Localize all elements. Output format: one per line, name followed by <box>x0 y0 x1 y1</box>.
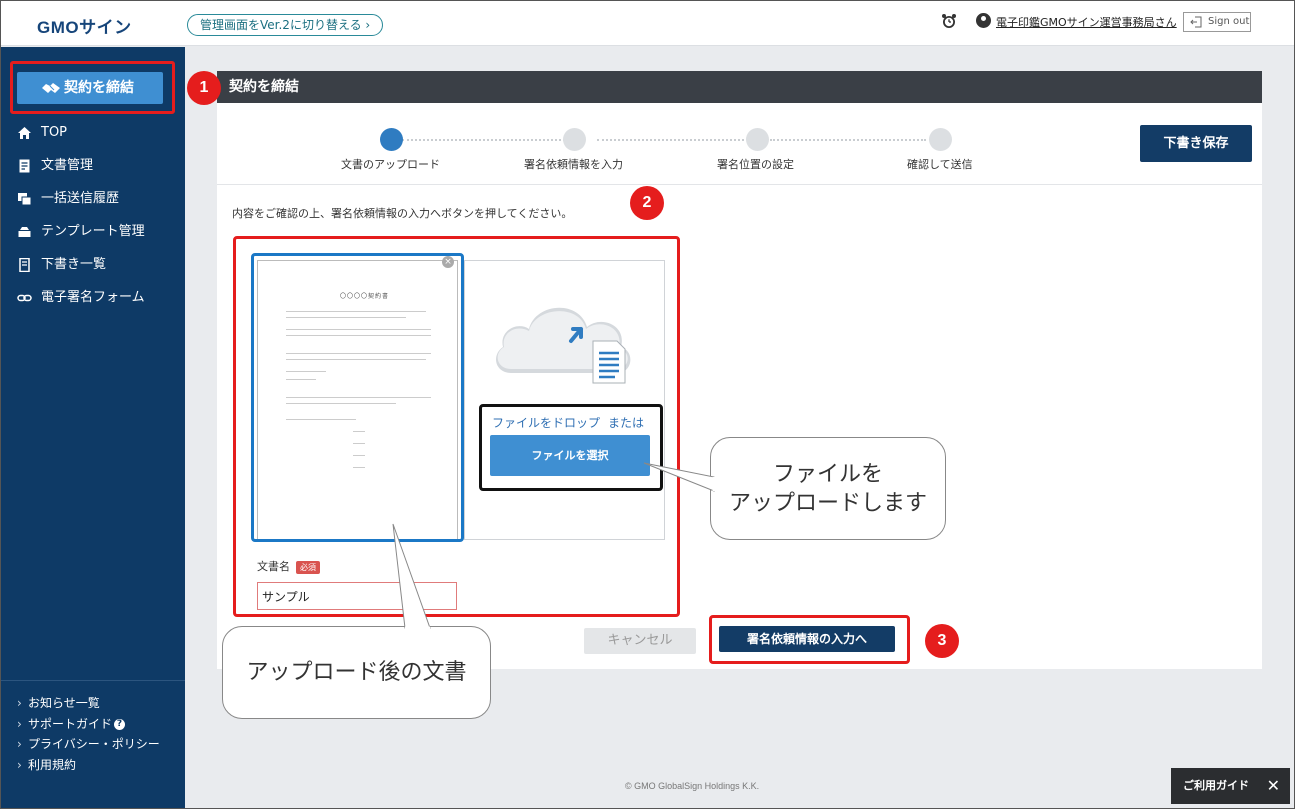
step-label-3: 署名位置の設定 <box>717 158 794 171</box>
highlight-box-document <box>251 253 464 542</box>
help-icon: ? <box>114 718 126 730</box>
annotation-badge-1: 1 <box>187 71 221 105</box>
cancel-button[interactable]: キャンセル <box>584 628 696 654</box>
callout-upload: ファイルを アップロードします <box>710 437 946 540</box>
top-header: GMOサイン 管理画面をVer.2に切り替える › 電子印鑑GMOサイン運営事務… <box>1 1 1294 46</box>
callout-tail-upload <box>643 462 716 492</box>
sidebar-item-drafts[interactable]: 下書き一覧 <box>1 249 185 282</box>
support-guide-link[interactable]: サポートガイド? <box>1 714 185 735</box>
alarm-clock-icon[interactable] <box>941 13 957 29</box>
document-name-text: 文書名 <box>257 560 290 573</box>
link-icon <box>17 294 32 302</box>
sign-out-icon <box>1190 16 1202 28</box>
sidebar-nav: TOP 文書管理 一括送信履歴 テンプレート管理 下書き一覧 電子署名フォーム <box>1 117 185 315</box>
step-connector <box>402 139 569 141</box>
sign-out-label: Sign out <box>1208 16 1250 27</box>
copyright: © GMO GlobalSign Holdings K.K. <box>625 781 760 791</box>
save-draft-button[interactable]: 下書き保存 <box>1140 125 1252 162</box>
step-label-2: 署名依頼情報を入力 <box>524 158 623 171</box>
highlight-box-1 <box>10 61 175 114</box>
cloud-upload-icon <box>496 307 631 384</box>
sidebar-item-documents[interactable]: 文書管理 <box>1 150 185 183</box>
step-dot-3 <box>746 128 769 151</box>
annotation-badge-3: 3 <box>925 624 959 658</box>
step-connector <box>770 139 926 141</box>
switch-version-link[interactable]: 管理画面をVer.2に切り替える › <box>187 14 384 36</box>
close-icon[interactable]: ✕ <box>1267 768 1280 804</box>
step-label-1: 文書のアップロード <box>341 158 440 171</box>
template-icon <box>18 227 31 237</box>
sidebar-item-label: 一括送信履歴 <box>41 191 120 206</box>
sidebar-item-templates[interactable]: テンプレート管理 <box>1 216 185 249</box>
privacy-policy-link[interactable]: プライバシー・ポリシー <box>1 734 185 755</box>
user-guide-label: ご利用ガイド <box>1183 779 1249 792</box>
next-signature-info-button[interactable]: 署名依頼情報の入力へ <box>719 626 895 652</box>
step-dot-4 <box>929 128 952 151</box>
support-guide-label: サポートガイド <box>28 716 113 731</box>
callout-document: アップロード後の文書 <box>222 626 491 719</box>
main-panel: 文書のアップロード 署名依頼情報を入力 署名位置の設定 確認して送信 下書き保存… <box>217 103 1262 669</box>
callout-upload-line2: アップロードします <box>728 491 927 516</box>
user-icon <box>976 13 991 28</box>
step-dot-1 <box>380 128 403 151</box>
bulk-send-icon <box>18 193 32 206</box>
document-name-label: 文書名 必須 <box>257 558 320 574</box>
home-icon <box>18 127 31 139</box>
user-name-link[interactable]: 電子印鑑GMOサイン運営事務局さん <box>996 14 1177 30</box>
user-guide-panel[interactable]: ご利用ガイド ✕ <box>1171 768 1290 804</box>
annotation-badge-2: 2 <box>630 186 664 220</box>
step-connector <box>597 139 744 141</box>
draft-icon <box>19 258 30 272</box>
instruction-text: 内容をご確認の上、署名依頼情報の入力へボタンを押してください。 <box>232 207 573 220</box>
news-link[interactable]: お知らせ一覧 <box>1 693 185 714</box>
step-label-4: 確認して送信 <box>907 158 973 171</box>
select-file-button[interactable]: ファイルを選択 <box>490 435 650 476</box>
required-badge: 必須 <box>296 560 320 574</box>
sidebar-item-top[interactable]: TOP <box>1 117 185 150</box>
sidebar-item-label: テンプレート管理 <box>41 224 145 239</box>
sidebar-item-bulk-history[interactable]: 一括送信履歴 <box>1 183 185 216</box>
sidebar-item-label: 電子署名フォーム <box>41 290 145 305</box>
gmo-sign-logo[interactable]: GMOサイン <box>37 13 132 38</box>
sign-out-button[interactable]: Sign out <box>1183 12 1251 32</box>
callout-tail-document <box>392 523 431 630</box>
drop-text: ファイルをドロップ <box>492 416 601 430</box>
drop-or-text: または <box>608 416 645 430</box>
sidebar: 契約を締結 TOP 文書管理 一括送信履歴 テンプレート管理 下書き一覧 電子署… <box>1 47 185 808</box>
sidebar-footer: お知らせ一覧 サポートガイド? プライバシー・ポリシー 利用規約 <box>1 680 185 775</box>
close-icon[interactable]: × <box>442 256 454 268</box>
drop-hint: ファイルをドロップ または <box>492 414 644 431</box>
sidebar-item-label: TOP <box>41 125 68 140</box>
sidebar-item-label: 文書管理 <box>41 158 94 173</box>
sidebar-item-label: 下書き一覧 <box>41 257 107 272</box>
document-icon <box>19 159 30 173</box>
file-drop-zone[interactable] <box>464 260 665 540</box>
callout-upload-line1: ファイルを <box>772 462 883 487</box>
step-dot-2 <box>563 128 586 151</box>
page-title: 契約を締結 <box>217 71 1262 103</box>
step-progress: 文書のアップロード 署名依頼情報を入力 署名位置の設定 確認して送信 下書き保存 <box>217 103 1262 185</box>
terms-link[interactable]: 利用規約 <box>1 755 185 776</box>
sidebar-item-signature-form[interactable]: 電子署名フォーム <box>1 282 185 315</box>
